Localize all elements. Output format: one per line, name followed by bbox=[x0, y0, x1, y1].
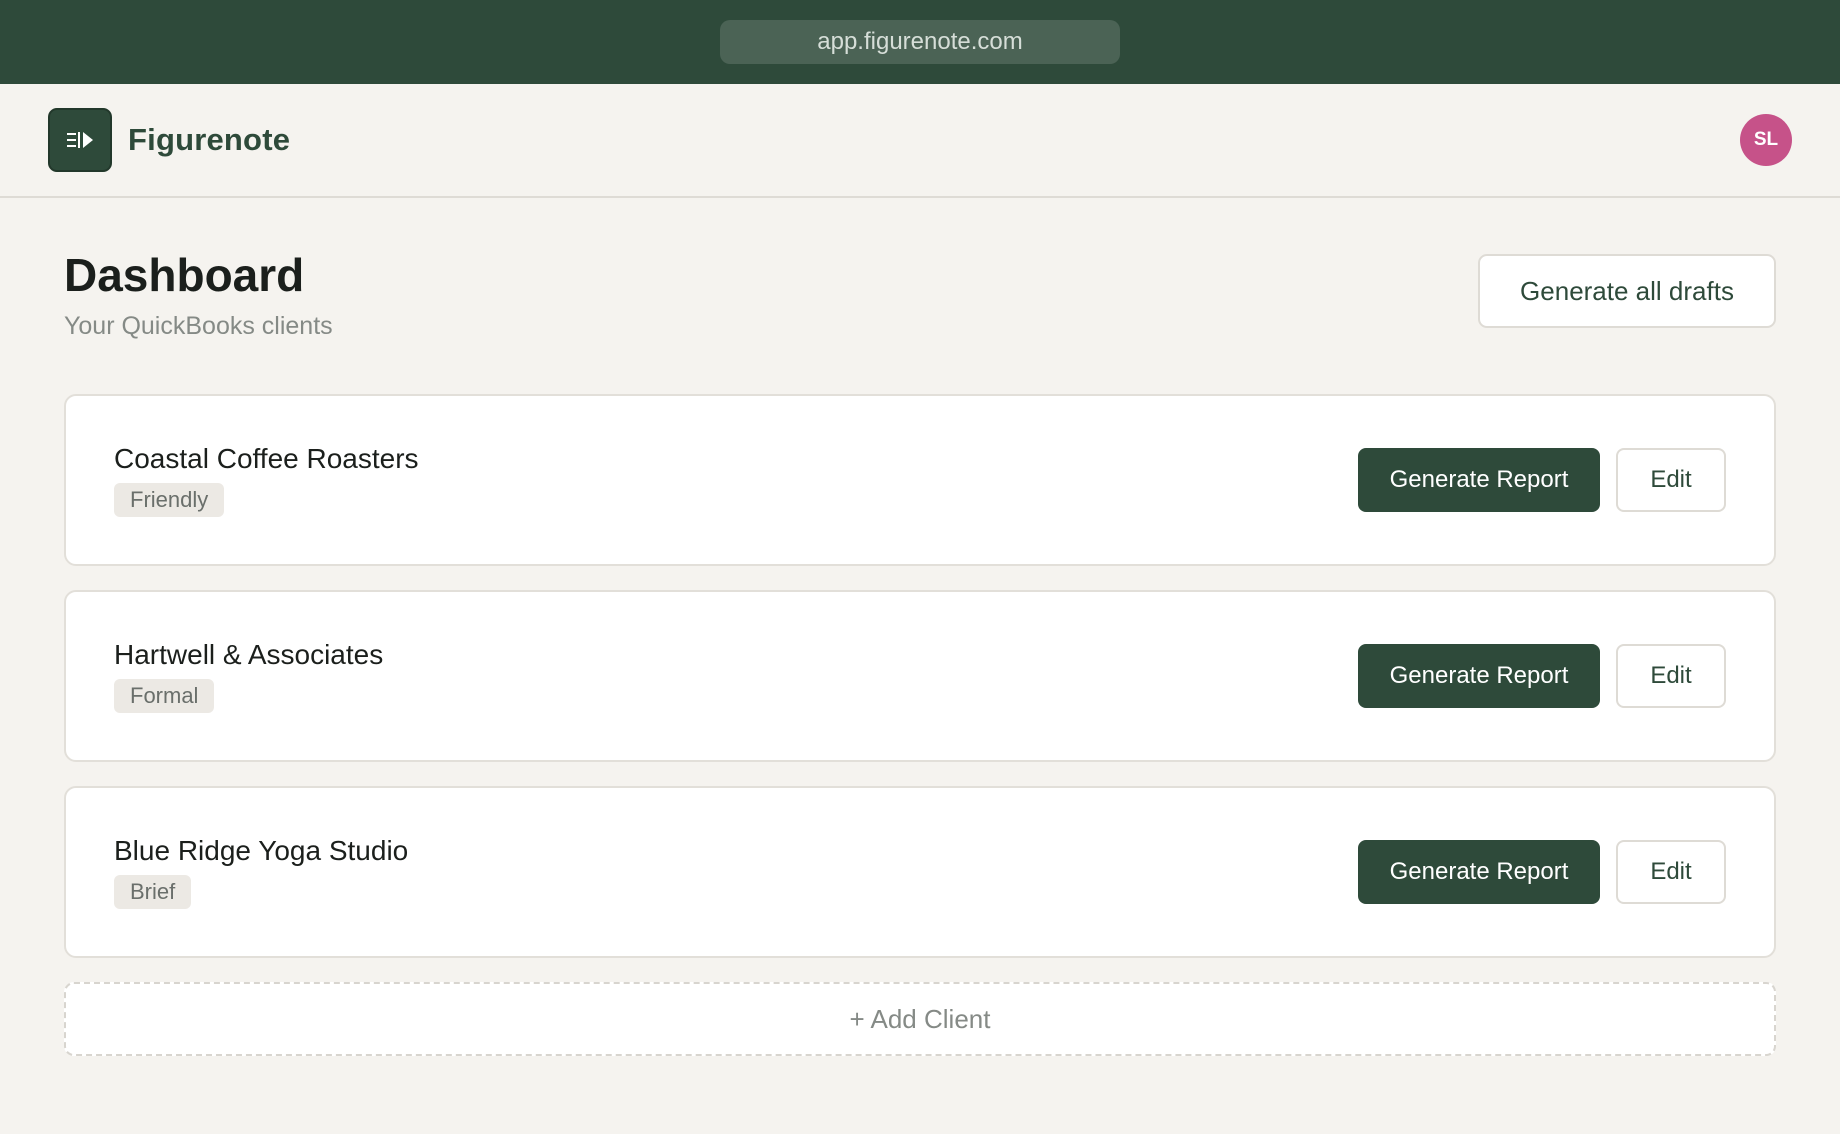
edit-button[interactable]: Edit bbox=[1616, 840, 1726, 904]
client-name: Blue Ridge Yoga Studio bbox=[114, 835, 409, 866]
app-header: Figurenote SL bbox=[0, 84, 1840, 198]
tone-badge: Formal bbox=[114, 679, 215, 713]
url-bar[interactable]: app.figurenote.com bbox=[720, 20, 1120, 64]
generate-report-button[interactable]: Generate Report bbox=[1358, 644, 1600, 708]
logo[interactable] bbox=[48, 108, 112, 172]
client-info: Hartwell & Associates Formal bbox=[114, 639, 1358, 713]
page-header: Dashboard Your QuickBooks clients Genera… bbox=[64, 198, 1776, 394]
play-list-icon bbox=[67, 132, 93, 148]
edit-button[interactable]: Edit bbox=[1616, 448, 1726, 512]
client-name: Coastal Coffee Roasters bbox=[114, 443, 419, 474]
add-client-button[interactable]: + Add Client bbox=[64, 982, 1776, 1056]
client-card: Coastal Coffee Roasters Friendly Generat… bbox=[64, 394, 1776, 566]
tone-badge: Friendly bbox=[114, 483, 225, 517]
client-card: Hartwell & Associates Formal Generate Re… bbox=[64, 590, 1776, 762]
client-info: Blue Ridge Yoga Studio Brief bbox=[114, 835, 1358, 909]
main-content: Dashboard Your QuickBooks clients Genera… bbox=[0, 198, 1840, 1056]
client-info: Coastal Coffee Roasters Friendly bbox=[114, 443, 1358, 517]
generate-report-button[interactable]: Generate Report bbox=[1358, 448, 1600, 512]
brand-name: Figurenote bbox=[128, 122, 291, 157]
edit-button[interactable]: Edit bbox=[1616, 644, 1726, 708]
tone-badge: Brief bbox=[114, 875, 192, 909]
avatar[interactable]: SL bbox=[1740, 114, 1792, 166]
client-actions: Generate Report Edit bbox=[1358, 840, 1726, 904]
generate-all-drafts-button[interactable]: Generate all drafts bbox=[1478, 254, 1776, 328]
client-name: Hartwell & Associates bbox=[114, 639, 384, 670]
client-actions: Generate Report Edit bbox=[1358, 644, 1726, 708]
client-actions: Generate Report Edit bbox=[1358, 448, 1726, 512]
page-title: Dashboard bbox=[64, 249, 305, 301]
browser-bar: app.figurenote.com bbox=[0, 0, 1840, 84]
generate-report-button[interactable]: Generate Report bbox=[1358, 840, 1600, 904]
client-card: Blue Ridge Yoga Studio Brief Generate Re… bbox=[64, 786, 1776, 958]
page-subtitle: Your QuickBooks clients bbox=[64, 312, 333, 340]
url-text: app.figurenote.com bbox=[817, 28, 1023, 55]
